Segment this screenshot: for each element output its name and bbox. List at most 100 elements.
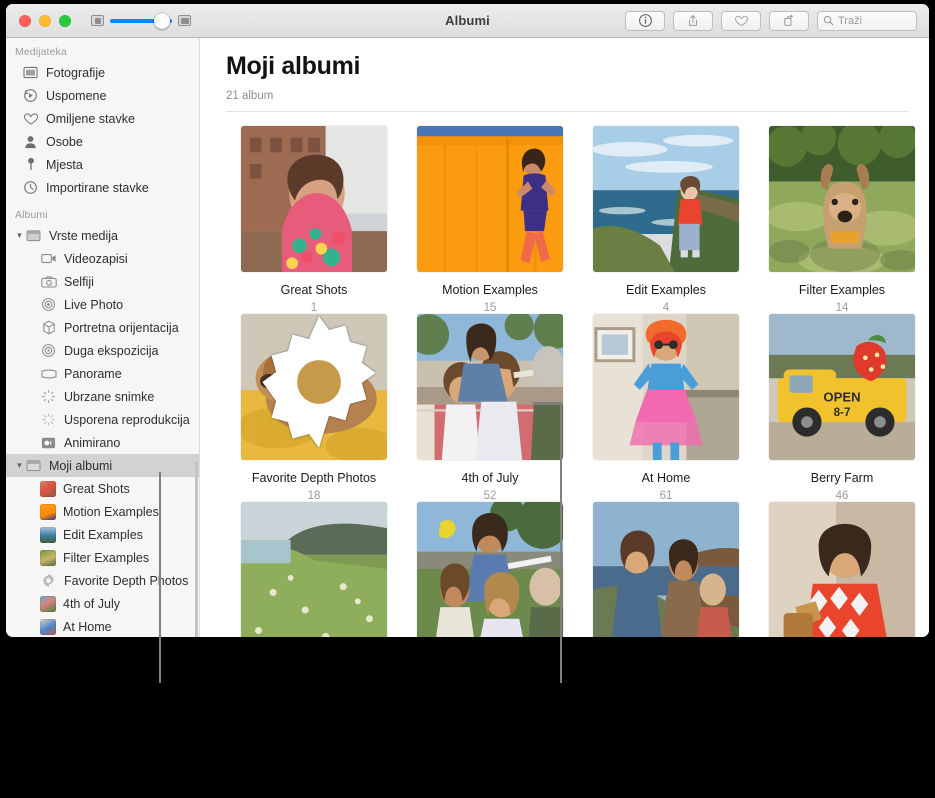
album-count: 61 [660, 490, 673, 502]
album-item[interactable]: Filter Examples 14 [754, 126, 929, 314]
sidebar-item-great-shots[interactable]: Great Shots [6, 477, 199, 500]
sidebar-item-edit-examples[interactable]: Edit Examples [6, 523, 199, 546]
album-count: 52 [484, 490, 497, 502]
album-cover-image: OPEN 8-7 [769, 314, 915, 460]
album-cover[interactable] [417, 314, 563, 460]
sidebar-item-label: Great Shots [63, 482, 130, 496]
sidebar-item-selfiji[interactable]: Selfiji [6, 270, 199, 293]
album-cover[interactable] [769, 502, 915, 637]
sidebar-item-animirano[interactable]: Animirano [6, 431, 199, 454]
album-cover[interactable] [241, 502, 387, 637]
sidebar-item-uspomene[interactable]: Uspomene [6, 84, 199, 107]
sidebar-item-filter-examples[interactable]: Filter Examples [6, 546, 199, 569]
album-item[interactable] [754, 502, 929, 637]
sidebar-item-label: Osobe [46, 135, 83, 149]
album-item[interactable]: Motion Examples 15 [402, 126, 578, 314]
callout-line-sidebar [159, 472, 161, 683]
share-button[interactable] [673, 11, 713, 31]
sidebar-item-live-photo[interactable]: Live Photo [6, 293, 199, 316]
album-cover[interactable] [593, 126, 739, 272]
sidebar-item-4th-of-july[interactable]: 4th of July [6, 592, 199, 615]
svg-text:OPEN: OPEN [823, 390, 860, 405]
animated-icon [40, 435, 57, 451]
album-item[interactable] [226, 502, 402, 637]
page-title: Moji albumi [226, 52, 929, 81]
camera-icon [40, 274, 57, 290]
album-cover[interactable] [417, 502, 563, 637]
chevron-down-icon[interactable]: ▼ [14, 461, 25, 470]
close-button[interactable] [19, 15, 31, 27]
album-name: 4th of July [462, 471, 519, 485]
sidebar-scrollbar[interactable] [195, 462, 198, 637]
sidebar-item-usporena-reprodukcija[interactable]: Usporena reprodukcija [6, 408, 199, 431]
sidebar-item-label: At Home [63, 620, 112, 634]
sidebar-item-label: 4th of July [63, 597, 120, 611]
album-item[interactable] [578, 502, 754, 637]
album-name: At Home [642, 471, 691, 485]
sidebar-item-moji-albumi[interactable]: ▼ Moji albumi [6, 454, 199, 477]
album-item[interactable]: Favorite Depth Photos 18 [226, 314, 402, 502]
callout-line-album-pointer [533, 402, 561, 404]
sidebar-item-portretna-orijentacija[interactable]: Portretna orijentacija [6, 316, 199, 339]
album-cover[interactable]: OPEN 8-7 [769, 314, 915, 460]
album-cover-image [417, 314, 563, 460]
favorite-button[interactable] [721, 11, 761, 31]
rotate-button[interactable] [769, 11, 809, 31]
search-input[interactable]: Traži [838, 15, 862, 27]
album-item[interactable]: Great Shots 1 [226, 126, 402, 314]
album-item[interactable] [402, 502, 578, 637]
sidebar-item-label: Fotografije [46, 66, 105, 80]
album-thumbnail [40, 596, 56, 612]
sidebar-item-favorite-depth-photos[interactable]: Favorite Depth Photos [6, 569, 199, 592]
album-cover-image [593, 126, 739, 272]
chevron-down-icon[interactable]: ▼ [14, 231, 25, 240]
album-thumbnail [40, 504, 56, 520]
sidebar-item-videozapisi[interactable]: Videozapisi [6, 247, 199, 270]
video-icon [40, 251, 57, 267]
album-cover[interactable] [241, 126, 387, 272]
sidebar-item-osobe[interactable]: Osobe [6, 130, 199, 153]
album-item[interactable]: At Home 61 [578, 314, 754, 502]
album-item[interactable]: 4th of July 52 [402, 314, 578, 502]
clock-icon [22, 180, 39, 196]
album-cover[interactable] [241, 314, 387, 460]
person-icon [22, 134, 39, 150]
pin-icon [22, 157, 39, 173]
sidebar-item-label: Videozapisi [64, 252, 128, 266]
sidebar-item-panorame[interactable]: Panorame [6, 362, 199, 385]
zoom-button[interactable] [59, 15, 71, 27]
sidebar-item-fotografije[interactable]: Fotografije [6, 61, 199, 84]
live-photo-icon [40, 297, 57, 313]
sidebar-item-label: Animirano [64, 436, 120, 450]
sidebar-item-at-home[interactable]: At Home [6, 615, 199, 637]
main-content: Moji albumi 21 album [200, 38, 929, 637]
slider-knob[interactable] [154, 13, 170, 29]
sidebar-item-label: Favorite Depth Photos [64, 574, 188, 588]
album-cover[interactable] [417, 126, 563, 272]
sidebar-item-duga-ekspozicija[interactable]: Duga ekspozicija [6, 339, 199, 362]
album-cover[interactable] [769, 126, 915, 272]
album-thumbnail [40, 481, 56, 497]
album-item[interactable]: Edit Examples 4 [578, 126, 754, 314]
album-cover[interactable] [593, 502, 739, 637]
thumbnail-size-slider[interactable] [110, 14, 172, 28]
album-thumbnail [40, 527, 56, 543]
sidebar-item-label: Edit Examples [63, 528, 143, 542]
share-icon [686, 13, 700, 28]
sidebar-item-importirane-stavke[interactable]: Importirane stavke [6, 176, 199, 199]
sidebar-item-mjesta[interactable]: Mjesta [6, 153, 199, 176]
sidebar-item-motion-examples[interactable]: Motion Examples [6, 500, 199, 523]
sidebar-item-label: Importirane stavke [46, 181, 149, 195]
info-button[interactable] [625, 11, 665, 31]
sidebar-item-ubrzane-snimke[interactable]: Ubrzane snimke [6, 385, 199, 408]
folder-icon [25, 458, 42, 474]
sidebar-item-omiljene-stavke[interactable]: Omiljene stavke [6, 107, 199, 130]
album-count: 18 [308, 490, 321, 502]
album-name: Favorite Depth Photos [252, 471, 376, 485]
sidebar-item-vrste-medija[interactable]: ▼ Vrste medija [6, 224, 199, 247]
album-name: Edit Examples [626, 283, 706, 297]
search-field[interactable]: Traži [817, 11, 917, 31]
album-item[interactable]: OPEN 8-7 Berry Farm 46 [754, 314, 929, 502]
album-cover[interactable] [593, 314, 739, 460]
minimize-button[interactable] [39, 15, 51, 27]
